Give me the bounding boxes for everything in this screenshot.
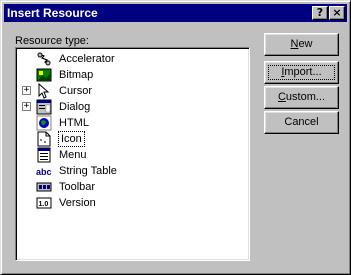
close-button[interactable]: × [329,6,345,20]
new-button-label: New [290,38,312,50]
tree-item-label: Cursor [59,85,93,97]
new-button[interactable]: New [264,33,339,56]
tree-item-label: Bitmap [59,69,94,81]
tree-item-string-table[interactable]: abc String Table [16,163,236,179]
bitmap-icon [36,67,52,83]
window-title: Insert Resource [7,6,98,20]
new-post: ew [298,38,313,50]
import-button[interactable]: Import... [264,61,339,84]
cursor-icon [36,83,52,99]
tree-item-html[interactable]: HTML [16,115,236,131]
version-icon: 1.0 [36,195,52,211]
resource-type-label: Resource type: [15,35,89,47]
custom-post: ustom... [285,91,326,103]
custom-button-label: Custom... [278,91,325,103]
tree-item-label-selected: Icon [58,131,85,147]
tree-item-label: Toolbar [59,181,96,193]
html-icon [36,115,52,131]
accelerator-icon [36,51,52,67]
custom-button[interactable]: Custom... [264,86,339,109]
import-button-label: Import... [281,66,321,78]
icon-resource-icon [36,131,52,147]
svg-text:1.0: 1.0 [39,201,49,208]
tree-item-label: Dialog [59,101,91,113]
tree-item-accelerator[interactable]: Accelerator [16,51,236,67]
dialog-icon [36,99,52,115]
cancel-button-label: Cancel [284,116,319,128]
help-button[interactable]: ? [312,6,328,20]
tree-item-cursor[interactable]: + Cursor [16,83,236,99]
cancel-button[interactable]: Cancel [264,111,339,134]
expand-icon[interactable]: + [22,86,31,95]
tree-item-label: String Table [59,165,117,177]
toolbar-icon [36,179,52,195]
tree-item-label: HTML [59,117,89,129]
title-bar[interactable]: Insert Resource ? × [4,4,347,22]
tree-item-bitmap[interactable]: Bitmap [16,67,236,83]
custom-mnemonic: C [277,91,286,103]
string-table-icon: abc [36,163,52,179]
svg-text:abc: abc [36,167,52,177]
import-post: mport... [284,66,322,78]
tree-item-label: Version [59,197,96,209]
expand-icon[interactable]: + [22,102,31,111]
insert-resource-dialog: Insert Resource ? × Resource type: Accel… [0,0,351,275]
tree-item-menu[interactable]: Menu [16,147,236,163]
tree-item-toolbar[interactable]: Toolbar [16,179,236,195]
tree-item-version[interactable]: 1.0 Version [16,195,236,211]
menu-icon [36,147,52,163]
tree-item-label: Menu [59,149,87,161]
tree-item-icon[interactable]: Icon [16,131,236,147]
tree-item-dialog[interactable]: + Dialog [16,99,236,115]
resource-type-tree[interactable]: Accelerator Bitmap + Cursor + Dialog HTM… [15,47,250,261]
tree-item-label: Accelerator [59,53,115,65]
